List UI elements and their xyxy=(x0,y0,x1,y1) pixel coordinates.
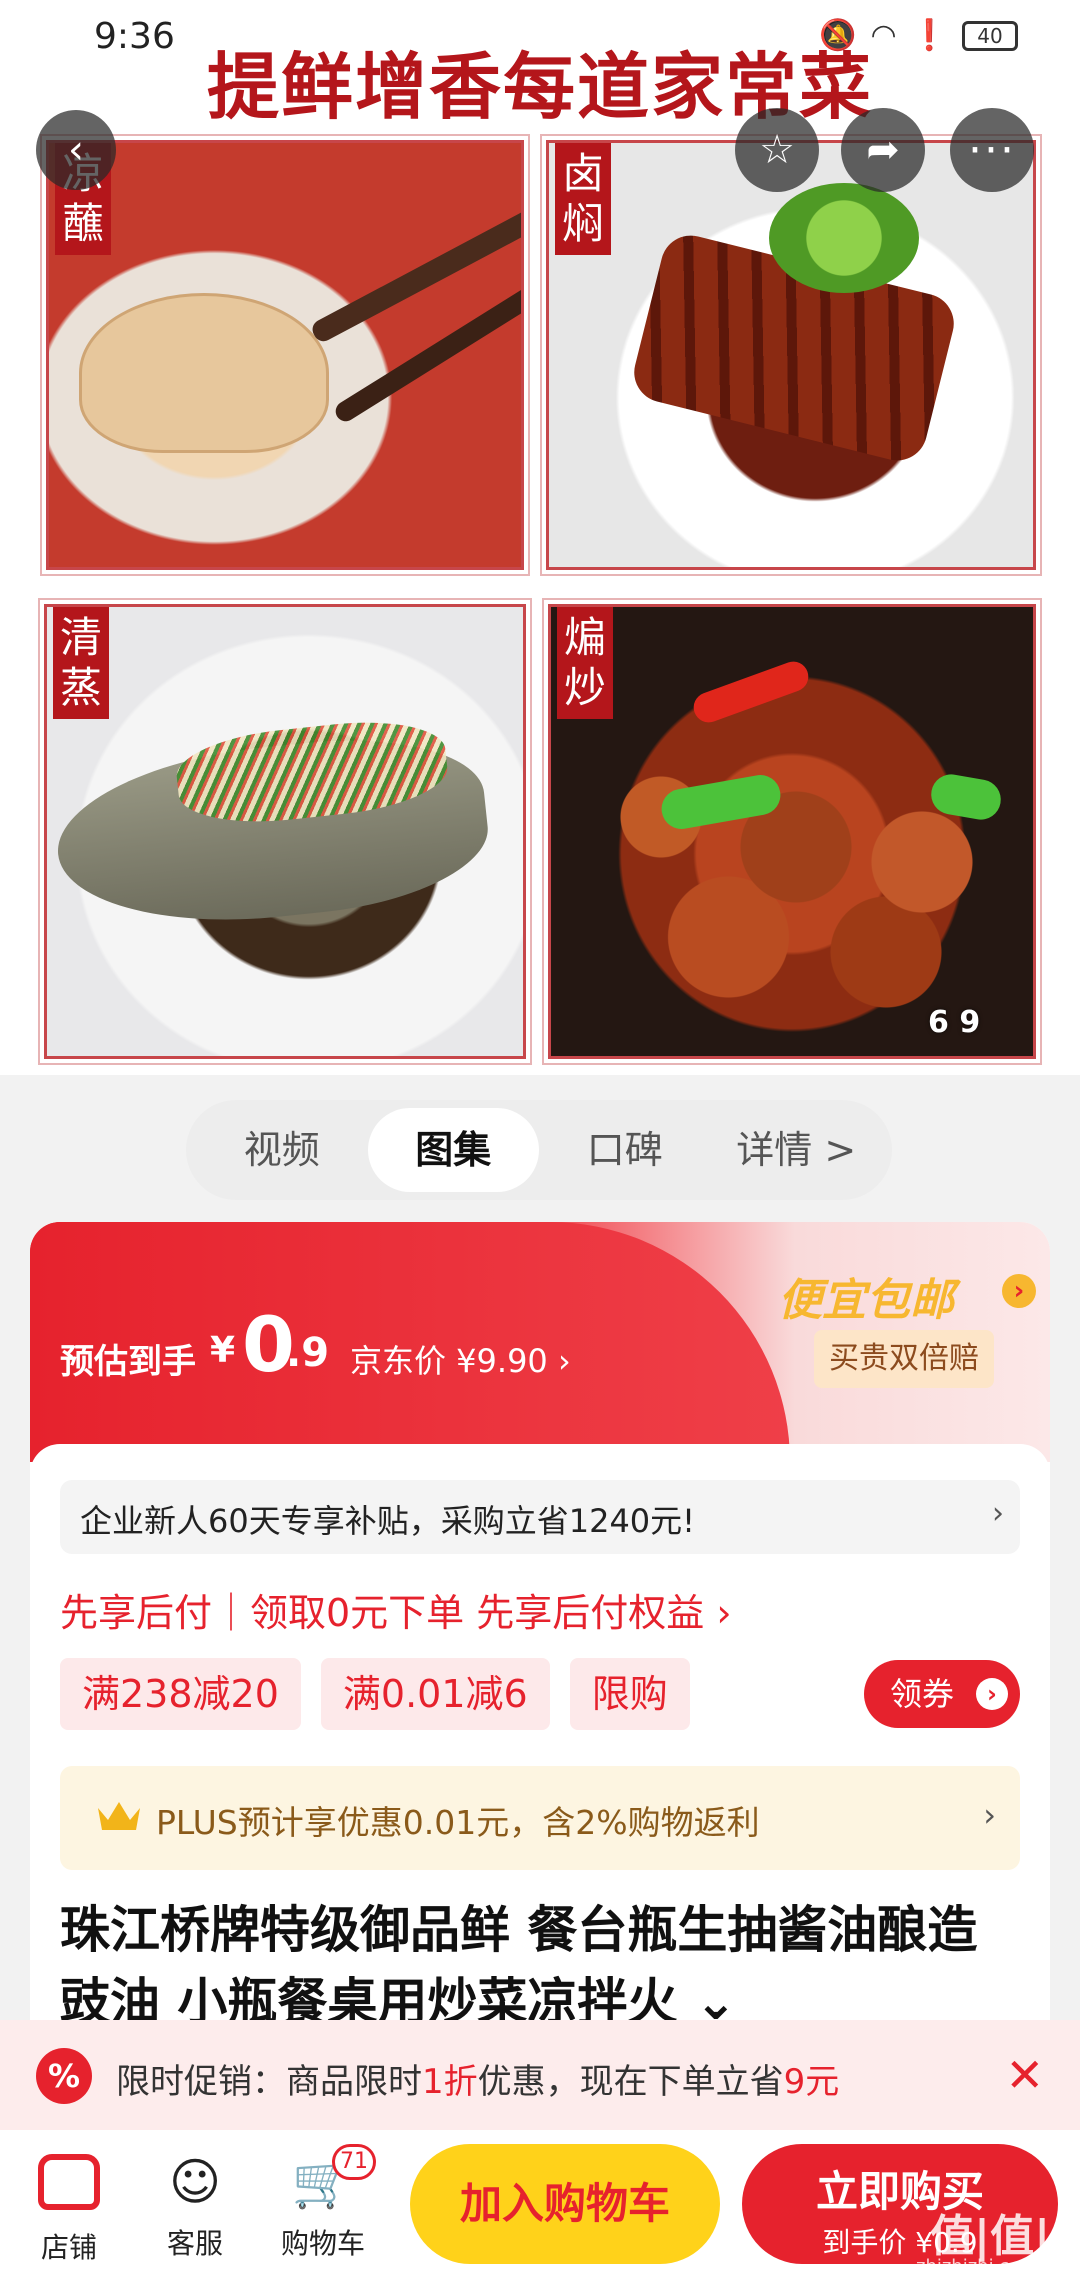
mute-icon: 🔕 xyxy=(819,18,857,53)
estimated-price-label: 预估到手 xyxy=(60,1342,196,1382)
wifi-icon: ◠ xyxy=(870,18,897,53)
tab-details[interactable]: 详情 > xyxy=(711,1108,883,1192)
chevron-right-icon: › xyxy=(1002,1274,1036,1308)
plus-benefit-bar[interactable]: PLUS预计享优惠0.01元，含2%购物返利 › xyxy=(60,1766,1020,1870)
bottom-action-bar: 店铺 ☺ 客服 🛒 71 购物车 加入购物车 立即购买 到手价 ¥0.9 值|值… xyxy=(0,2130,1080,2280)
coupon-tag[interactable]: 限购 xyxy=(569,1658,690,1730)
store-icon-wrap xyxy=(14,2154,124,2218)
discount-icon: % xyxy=(36,2048,92,2104)
customer-service-icon: ☺ xyxy=(168,2153,222,2211)
promo-mid: 优惠，现在下单立省 xyxy=(477,2062,784,2102)
tab-reviews[interactable]: 口碑 xyxy=(539,1108,711,1192)
cart-label: 购物车 xyxy=(280,2227,365,2260)
promo-save: 9元 xyxy=(783,2062,840,2102)
chevron-right-icon: › xyxy=(976,1678,1008,1710)
gallery-tile-steamed: 清蒸 xyxy=(38,598,532,1065)
share-button[interactable]: ➦ xyxy=(841,108,925,192)
add-to-cart-button[interactable]: 加入购物车 xyxy=(410,2144,720,2264)
get-coupon-label: 领券 xyxy=(890,1675,955,1713)
stir-fried-chicken-image xyxy=(571,727,1021,1027)
gallery-tile-dipping: 凉蘸 xyxy=(40,134,530,576)
product-title[interactable]: 珠江桥牌特级御品鲜 餐台瓶生抽酱油酿造豉油 小瓶餐桌用炒菜凉拌火 ⌄ xyxy=(60,1894,1020,2038)
plus-benefit-text: PLUS预计享优惠0.01元，含2%购物返利 xyxy=(156,1803,760,1842)
product-detail-page: 提鲜增香每道家常菜 凉蘸 卤焖 清蒸 煸炒 6 9 9:36 xyxy=(0,0,1080,2280)
enterprise-subsidy-text: 企业新人60天专享补贴，采购立省1240元! xyxy=(80,1502,695,1540)
pay-later-link[interactable]: 先享后付｜领取0元下单 先享后付权益 › xyxy=(60,1582,732,1637)
gallery-tile-braised: 卤焖 xyxy=(540,134,1042,576)
promo-prefix: 限时促销：商品限时 xyxy=(116,2062,422,2102)
scallion-image xyxy=(769,183,919,293)
store-button[interactable]: 店铺 xyxy=(14,2150,124,2266)
price-currency: ¥ xyxy=(210,1330,236,1371)
alert-icon: ❗ xyxy=(910,18,948,53)
image-counter: 6 9 xyxy=(928,1005,981,1040)
chevron-right-icon: › xyxy=(992,1496,1004,1531)
jd-price-link[interactable]: 京东价 ¥9.90 › xyxy=(350,1336,571,1382)
more-button[interactable]: ··· xyxy=(950,108,1034,192)
battery-icon: 40 xyxy=(962,20,1018,51)
star-icon: ☆ xyxy=(759,127,795,173)
promo-discount: 1折 xyxy=(422,2062,478,2102)
chevron-right-icon: › xyxy=(983,1796,996,1834)
cart-button[interactable]: 🛒 71 购物车 xyxy=(268,2144,378,2262)
coupon-tag[interactable]: 满238减20 xyxy=(60,1658,301,1730)
watermark-url: zhizhizhi.com xyxy=(916,2256,1038,2277)
promo-text: 限时促销：商品限时1折优惠，现在下单立省9元 xyxy=(116,2054,839,2103)
customer-service-label: 客服 xyxy=(166,2227,223,2260)
share-icon: ➦ xyxy=(866,127,900,173)
status-bar: 9:36 🔕 ◠ ❗ 40 xyxy=(0,0,1080,70)
crown-icon xyxy=(98,1802,140,1830)
get-coupon-button[interactable]: 领券 › xyxy=(864,1660,1020,1728)
store-label: 店铺 xyxy=(40,2231,97,2264)
favorite-button[interactable]: ☆ xyxy=(735,108,819,192)
tile-tag: 清蒸 xyxy=(53,607,109,719)
status-time: 9:36 xyxy=(94,16,175,57)
gallery-tile-stirfry: 煸炒 xyxy=(542,598,1042,1065)
enterprise-subsidy-bar[interactable]: 企业新人60天专享补贴，采购立省1240元! › xyxy=(60,1480,1020,1554)
chevron-left-icon: ‹ xyxy=(68,127,84,173)
price-decimal: .9 xyxy=(286,1330,330,1376)
tile-tag: 煸炒 xyxy=(557,607,613,719)
store-icon xyxy=(38,2154,100,2210)
promo-banner[interactable]: % 限时促销：商品限时1折优惠，现在下单立省9元 ✕ xyxy=(0,2020,1080,2130)
coupon-list: 满238减20 满0.01减6 限购 xyxy=(60,1658,690,1730)
more-dots-icon: ··· xyxy=(968,124,1016,176)
pepper-image xyxy=(689,657,813,727)
customer-service-button[interactable]: ☺ 客服 xyxy=(140,2150,250,2262)
price-band: 预估到手 ¥ 0 .9 京东价 ¥9.90 › 便宜包邮 › 买贵双倍赔 xyxy=(30,1222,1050,1462)
dumpling-image xyxy=(79,293,329,453)
coupon-tag[interactable]: 满0.01减6 xyxy=(320,1658,550,1730)
tab-video[interactable]: 视频 xyxy=(196,1108,368,1192)
tile-tag: 卤焖 xyxy=(555,143,611,255)
cart-count-badge: 71 xyxy=(332,2144,376,2180)
cheap-shipping-label[interactable]: 便宜包邮 xyxy=(778,1264,954,1328)
status-icons: 🔕 ◠ ❗ 40 xyxy=(819,18,1018,53)
content-tabs: 视频 图集 口碑 详情 > xyxy=(186,1100,892,1200)
tab-gallery[interactable]: 图集 xyxy=(367,1108,539,1192)
back-button[interactable]: ‹ xyxy=(36,110,116,190)
price-guarantee-badge[interactable]: 买贵双倍赔 xyxy=(814,1330,994,1388)
close-icon[interactable]: ✕ xyxy=(1005,2048,1044,2102)
